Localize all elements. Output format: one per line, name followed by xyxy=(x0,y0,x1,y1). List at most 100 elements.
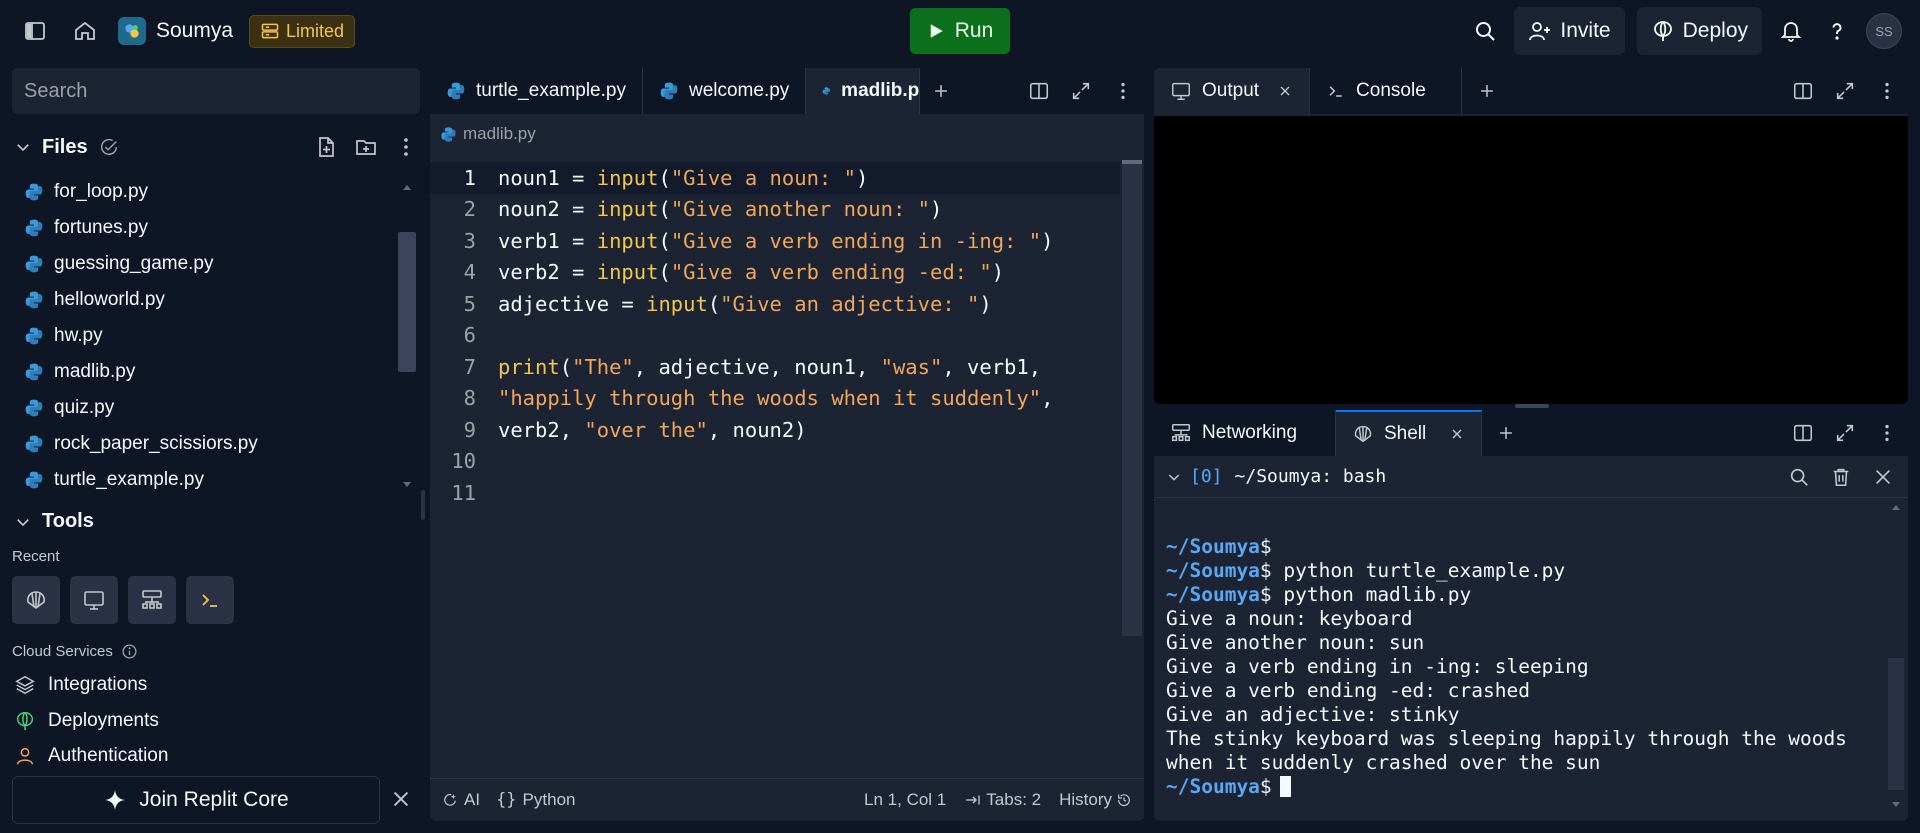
more-options-icon[interactable] xyxy=(1112,80,1134,102)
file-item[interactable]: helloworld.py xyxy=(0,282,392,318)
editor-scroll-thumb[interactable] xyxy=(1122,160,1142,164)
terminal-scroll-arrows[interactable] xyxy=(1888,410,1904,810)
shell-tool-icon[interactable] xyxy=(12,576,60,624)
search-icon[interactable] xyxy=(1788,466,1810,488)
more-options-icon[interactable] xyxy=(1876,80,1898,102)
pane-resize-handle[interactable] xyxy=(1515,404,1549,408)
code-area[interactable]: 1 noun1 = input("Give a noun: ") 2 noun2 = … xyxy=(430,162,1120,509)
code-token: input xyxy=(646,291,708,316)
maximize-icon[interactable] xyxy=(1834,422,1856,444)
plan-badge[interactable]: Limited xyxy=(249,14,356,48)
history-button[interactable]: History xyxy=(1059,790,1132,810)
terminal-input-line[interactable]: ~/Soumya $ xyxy=(1166,774,1886,798)
line-number: 7 xyxy=(463,354,476,379)
code-line[interactable]: 5 adjective = input("Give an adjective: "… xyxy=(430,288,1120,320)
console-tool-icon[interactable] xyxy=(186,576,234,624)
file-item[interactable]: madlib.py xyxy=(0,354,392,390)
split-pane-icon[interactable] xyxy=(1028,80,1050,102)
repl-name[interactable]: Soumya xyxy=(156,19,233,43)
add-tab-icon[interactable] xyxy=(1462,68,1512,114)
maximize-icon[interactable] xyxy=(1834,80,1856,102)
code-line[interactable]: 7 print("The", adjective, noun1, "was", v… xyxy=(430,351,1120,383)
tools-header[interactable]: Tools xyxy=(14,510,94,533)
panel-resize-handle[interactable] xyxy=(421,490,425,520)
language-status[interactable]: {} Python xyxy=(496,790,575,810)
tab-output[interactable]: Output xyxy=(1154,68,1311,114)
tab-turtle-example[interactable]: turtle_example.py xyxy=(430,68,643,114)
close-icon[interactable] xyxy=(1449,426,1465,442)
tab-welcome[interactable]: welcome.py xyxy=(643,68,807,114)
service-deployments[interactable]: Deployments xyxy=(14,710,159,732)
code-line[interactable]: 1 noun1 = input("Give a noun: ") xyxy=(430,162,1120,194)
code-line[interactable]: 10 xyxy=(430,446,1120,478)
service-authentication[interactable]: Authentication xyxy=(14,746,168,766)
networking-tool-icon[interactable] xyxy=(128,576,176,624)
editor-scrollbar[interactable] xyxy=(1122,160,1142,636)
python-icon xyxy=(25,363,43,381)
code-line[interactable]: 8 "happily through the woods when it sudd… xyxy=(430,383,1120,415)
code-line[interactable]: 9 verb2, "over the", noun2) xyxy=(430,414,1120,446)
webview-tool-icon[interactable] xyxy=(70,576,118,624)
code-editor-panel: turtle_example.py welcome.py madlib.p ma… xyxy=(430,68,1144,821)
session-title: ~/Soumya: bash xyxy=(1234,466,1387,487)
tab-shell[interactable]: Shell xyxy=(1336,410,1482,456)
sparkle-icon xyxy=(105,790,126,810)
search-icon[interactable] xyxy=(1468,14,1502,48)
sidebar-toggle-icon[interactable] xyxy=(18,14,52,48)
info-icon[interactable] xyxy=(121,643,138,660)
repl-avatar-icon[interactable] xyxy=(118,17,146,45)
files-header[interactable]: Files xyxy=(14,132,418,162)
python-icon xyxy=(660,82,678,100)
avatar[interactable]: SS xyxy=(1866,13,1902,49)
cursor-position[interactable]: Ln 1, Col 1 xyxy=(864,790,946,810)
maximize-icon[interactable] xyxy=(1070,80,1092,102)
trash-icon[interactable] xyxy=(1830,466,1852,488)
code-line[interactable]: 11 xyxy=(430,477,1120,509)
tab-networking[interactable]: Networking xyxy=(1154,410,1336,456)
code-line[interactable]: 4 verb2 = input("Give a verb ending -ed: … xyxy=(430,257,1120,289)
tab-size-status[interactable]: Tabs: 2 xyxy=(964,790,1041,810)
service-integrations[interactable]: Integrations xyxy=(14,674,147,696)
file-item[interactable]: rock_paper_scissiors.py xyxy=(0,426,392,462)
add-tab-icon[interactable] xyxy=(1482,410,1530,456)
chevron-down-icon[interactable] xyxy=(14,513,32,531)
chevron-down-icon[interactable] xyxy=(1166,469,1182,485)
chevron-down-icon[interactable] xyxy=(14,138,32,156)
file-list-scroll-thumb[interactable] xyxy=(398,232,416,372)
terminal-output[interactable]: ~/Soumya $ ~/Soumya $ python turtle_example… xyxy=(1166,534,1886,798)
file-item[interactable]: quiz.py xyxy=(0,390,392,426)
output-webview[interactable] xyxy=(1154,116,1908,404)
file-item[interactable]: hw.py xyxy=(0,318,392,354)
code-line[interactable]: 2 noun2 = input("Give another noun: ") xyxy=(430,194,1120,226)
file-item[interactable]: guessing_game.py xyxy=(0,246,392,282)
python-icon xyxy=(25,291,43,309)
close-icon[interactable] xyxy=(390,788,412,810)
new-folder-icon[interactable] xyxy=(354,135,378,159)
shell-session-bar[interactable]: [0] ~/Soumya: bash xyxy=(1154,456,1908,498)
join-replit-core-button[interactable]: Join Replit Core xyxy=(12,776,380,824)
help-icon[interactable] xyxy=(1820,14,1854,48)
code-line[interactable]: 3 verb1 = input("Give a verb ending in -i… xyxy=(430,225,1120,257)
bell-icon[interactable] xyxy=(1774,14,1808,48)
file-item[interactable]: for_loop.py xyxy=(0,174,392,210)
file-name: guessing_game.py xyxy=(54,253,214,274)
home-icon[interactable] xyxy=(68,14,102,48)
invite-button[interactable]: Invite xyxy=(1514,7,1625,55)
python-icon xyxy=(25,399,43,417)
run-button[interactable]: Run xyxy=(910,8,1010,54)
file-item[interactable]: turtle_example.py xyxy=(0,462,392,496)
close-icon[interactable] xyxy=(1277,83,1293,99)
tab-madlib[interactable]: madlib.p xyxy=(806,68,921,114)
ai-status[interactable]: AI xyxy=(442,790,480,810)
tab-console[interactable]: Console xyxy=(1310,68,1463,114)
search-input[interactable]: Search xyxy=(12,68,420,114)
file-item[interactable]: fortunes.py xyxy=(0,210,392,246)
code-line[interactable]: 6 xyxy=(430,320,1120,352)
new-file-icon[interactable] xyxy=(314,135,338,159)
split-pane-icon[interactable] xyxy=(1792,422,1814,444)
split-pane-icon[interactable] xyxy=(1792,80,1814,102)
add-tab-icon[interactable] xyxy=(920,68,962,114)
deploy-button[interactable]: Deploy xyxy=(1636,7,1762,55)
breadcrumb[interactable]: madlib.py xyxy=(440,124,536,144)
more-options-icon[interactable] xyxy=(394,135,418,159)
